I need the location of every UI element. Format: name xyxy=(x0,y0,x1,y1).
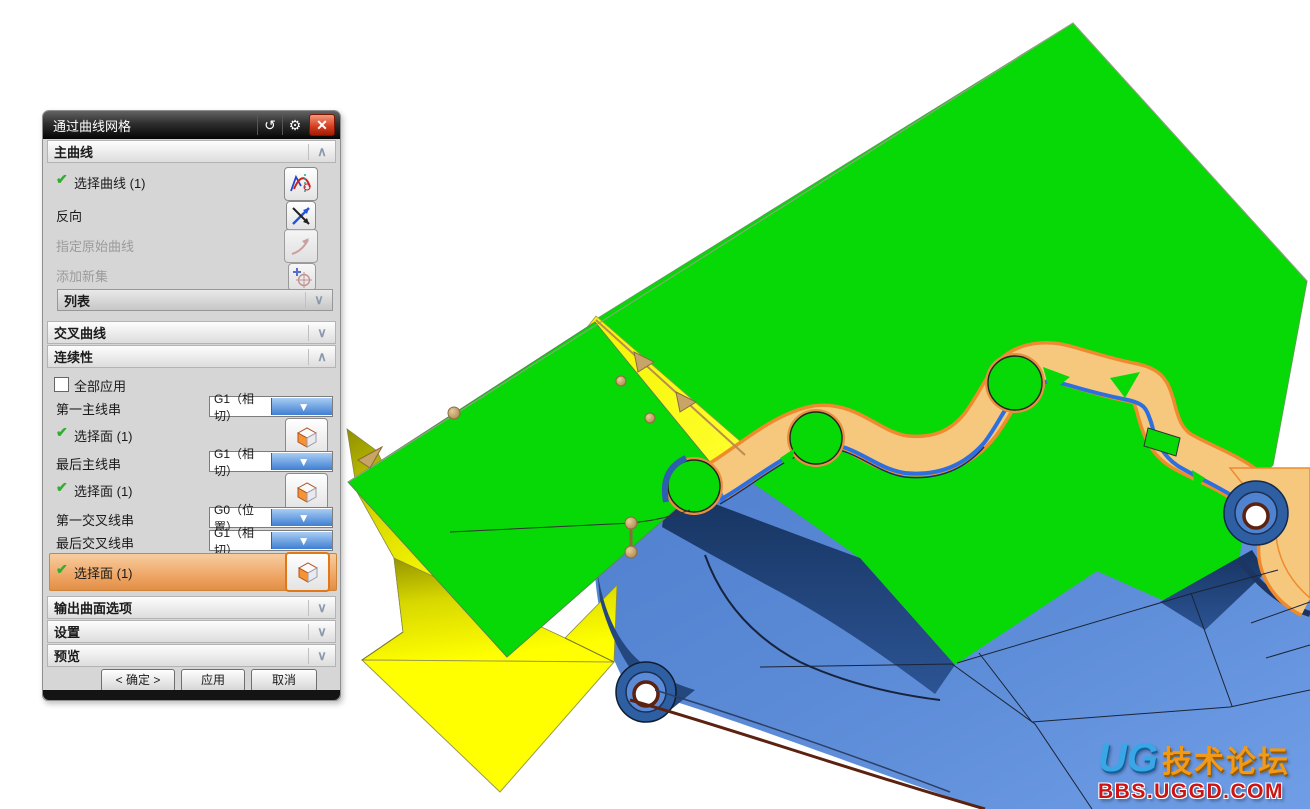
last-primary-label: 最后主线串 xyxy=(56,454,121,473)
chevron-up-icon[interactable]: ∧ xyxy=(308,144,335,160)
apply-button[interactable]: 应用 xyxy=(181,669,245,692)
first-cross-label: 第一交叉线串 xyxy=(56,510,134,529)
curve-handle-ball xyxy=(645,413,655,423)
section-preview[interactable]: 预览 ∨ xyxy=(47,644,336,667)
dropdown-arrow-icon[interactable]: ▼ xyxy=(271,532,333,549)
check-icon: ✔ xyxy=(56,424,68,441)
curve-select-icon xyxy=(288,171,314,197)
chevron-up-icon[interactable]: ∧ xyxy=(308,349,335,365)
last-cross-dropdown[interactable]: G1（相切） ▼ xyxy=(209,530,333,551)
origin-curve-button xyxy=(284,229,318,263)
last-primary-dropdown[interactable]: G1（相切） ▼ xyxy=(209,451,333,472)
list-bar[interactable]: 列表 ∨ xyxy=(57,289,333,311)
reverse-direction-icon xyxy=(290,205,312,227)
add-new-set-icon xyxy=(291,266,313,288)
chevron-down-icon[interactable]: ∨ xyxy=(308,648,335,664)
boss-hole-right[interactable] xyxy=(1224,481,1288,545)
curve-handle-ball xyxy=(616,376,626,386)
dropdown-arrow-icon[interactable]: ▼ xyxy=(271,453,333,470)
dialog-titlebar[interactable]: 通过曲线网格 ↺ ⚙ ✕ xyxy=(43,111,340,139)
apply-all-label: 全部应用 xyxy=(74,376,126,395)
dialog-bottom-bar xyxy=(43,690,340,700)
reverse-direction-button[interactable] xyxy=(286,201,316,231)
dropdown-arrow-icon[interactable]: ▼ xyxy=(271,509,333,526)
select-face-3-label: 选择面 (1) xyxy=(74,563,133,582)
curve-handle-ball xyxy=(625,517,637,529)
curve-handle-ball xyxy=(625,546,637,558)
section-cross-curve[interactable]: 交叉曲线 ∨ xyxy=(47,321,336,344)
section-settings[interactable]: 设置 ∨ xyxy=(47,620,336,643)
reverse-label: 反向 xyxy=(56,206,82,225)
select-face-2-label: 选择面 (1) xyxy=(74,481,133,500)
section-output-options[interactable]: 输出曲面选项 ∨ xyxy=(47,596,336,619)
chevron-down-icon[interactable]: ∨ xyxy=(308,624,335,640)
face-select-cube-icon xyxy=(294,424,320,450)
dropdown-arrow-icon[interactable]: ▼ xyxy=(271,398,333,415)
watermark-brand: 技术论坛 xyxy=(1162,748,1290,778)
cancel-button[interactable]: 取消 xyxy=(251,669,317,692)
ok-button[interactable]: < 确定 > xyxy=(101,669,175,692)
first-primary-label: 第一主线串 xyxy=(56,399,121,418)
first-primary-dropdown[interactable]: G1（相切） ▼ xyxy=(209,396,333,417)
chevron-down-icon[interactable]: ∨ xyxy=(305,292,332,308)
dialog-title: 通过曲线网格 xyxy=(43,116,257,135)
face-select-cube-icon xyxy=(294,479,320,505)
select-curve-label: 选择曲线 (1) xyxy=(74,173,146,192)
watermark-site: BBS.UGGD.COM xyxy=(1098,781,1308,802)
face-select-button-3[interactable] xyxy=(285,552,330,592)
reset-icon[interactable]: ↺ xyxy=(257,115,282,135)
boss-hole-left[interactable] xyxy=(616,662,676,722)
origin-curve-icon xyxy=(288,233,314,259)
check-icon: ✔ xyxy=(56,479,68,496)
watermark-logo: UG xyxy=(1098,738,1158,778)
check-icon: ✔ xyxy=(56,561,68,578)
gear-icon[interactable]: ⚙ xyxy=(282,115,307,135)
last-cross-label: 最后交叉线串 xyxy=(56,533,134,552)
through-curve-mesh-dialog[interactable]: 通过曲线网格 ↺ ⚙ ✕ 主曲线 ∧ ✔ 选择曲线 (1) 反向 指定原始曲线 xyxy=(42,110,341,701)
add-new-set-label: 添加新集 xyxy=(56,266,108,285)
section-continuity[interactable]: 连续性 ∧ xyxy=(47,345,336,368)
face-select-cube-icon xyxy=(295,559,321,585)
curve-handle-ball xyxy=(448,407,460,419)
yellow-flap[interactable] xyxy=(362,660,614,792)
face-select-button-2[interactable] xyxy=(285,473,328,511)
section-main-curve[interactable]: 主曲线 ∧ xyxy=(47,140,336,163)
select-face-1-label: 选择面 (1) xyxy=(74,426,133,445)
apply-all-checkbox[interactable] xyxy=(54,377,69,392)
add-new-set-button xyxy=(288,263,316,291)
watermark: UG 技术论坛 BBS.UGGD.COM xyxy=(1098,738,1308,802)
curve-select-button[interactable] xyxy=(284,167,318,201)
chevron-down-icon[interactable]: ∨ xyxy=(308,325,335,341)
origin-curve-label: 指定原始曲线 xyxy=(56,236,134,255)
close-icon[interactable]: ✕ xyxy=(309,114,335,136)
chevron-down-icon[interactable]: ∨ xyxy=(308,600,335,616)
check-icon: ✔ xyxy=(56,171,68,188)
